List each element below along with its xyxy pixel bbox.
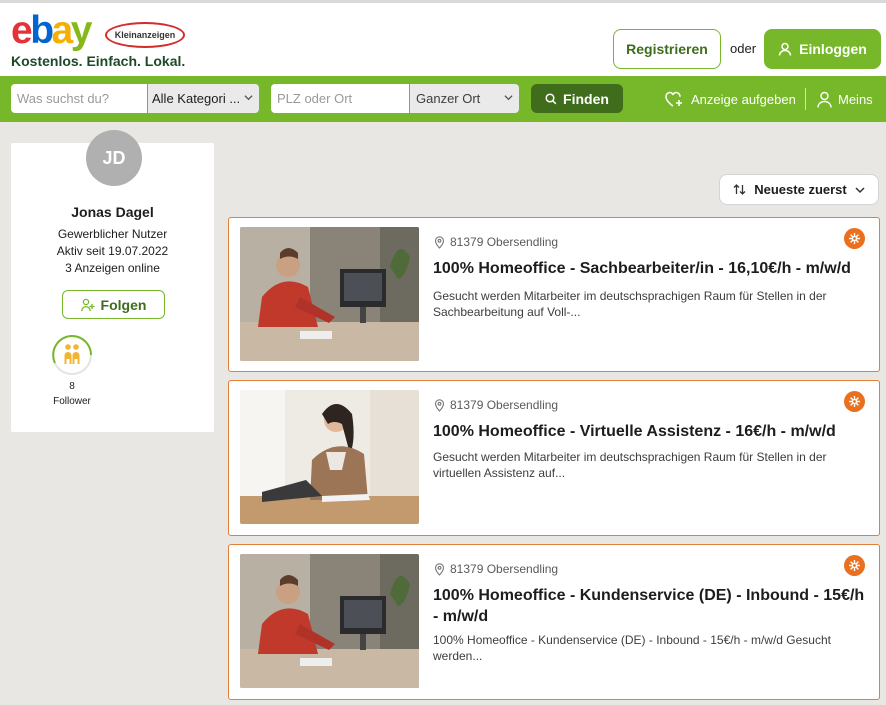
follow-button[interactable]: Folgen [62,290,165,319]
category-select[interactable]: Alle Kategori ... [148,84,259,113]
chevron-down-icon [504,95,513,101]
ebay-logo-word: ebay [11,9,92,52]
register-button[interactable]: Registrieren [613,29,721,69]
listing-location: 81379 Obersendling [434,235,558,249]
find-button[interactable]: Finden [531,84,623,113]
location-pin-icon [434,235,445,249]
listing-card[interactable]: 81379 Obersendling 100% Homeoffice - Vir… [228,380,880,536]
follower-badge-icon [52,335,92,375]
kleinanzeigen-logo[interactable]: ebay Kleinanzeigen Kostenlos. Einfach. L… [11,11,191,71]
seller-type: Gewerblicher Nutzer [57,227,168,241]
listing-title[interactable]: 100% Homeoffice - Sachbearbeiter/in - 16… [433,258,873,279]
chevron-down-icon [244,95,253,101]
search-input[interactable]: Was suchst du? [11,84,147,113]
radius-select[interactable]: Ganzer Ort [410,84,519,113]
post-ad-link[interactable]: Anzeige aufgeben [664,89,796,109]
user-icon [778,42,792,56]
search-bar: Was suchst du? Alle Kategori ... PLZ ode… [0,76,886,122]
listing-image-man-desktop[interactable] [240,554,419,688]
follow-label: Folgen [100,296,147,313]
location-pin-icon [434,398,445,412]
seller-profile-card: JD Jonas Dagel Gewerblicher Nutzer Aktiv… [11,130,214,432]
location-input[interactable]: PLZ oder Ort [271,84,409,113]
search-icon [545,92,557,104]
heart-plus-icon [665,91,682,107]
listing-image-woman-laptop[interactable] [240,390,419,524]
listing-card[interactable]: 81379 Obersendling 100% Homeoffice - Sac… [228,217,880,372]
mine-link[interactable]: Meins [817,89,873,109]
pro-badge-icon [844,391,865,412]
seller-ads-count: 3 Anzeigen online [65,261,160,275]
pro-badge-icon [844,228,865,249]
seller-active-since: Aktiv seit 19.07.2022 [56,244,169,258]
listing-location: 81379 Obersendling [434,562,558,576]
listing-location: 81379 Obersendling [434,398,558,412]
sort-label: Neueste zuerst [754,182,847,197]
sort-arrows-icon [733,184,746,195]
listing-description: Gesucht werden Mitarbeiter im deutschspr… [433,289,827,319]
listing-title[interactable]: 100% Homeoffice - Virtuelle Assistenz - … [433,421,873,442]
login-button[interactable]: Einloggen [764,29,881,69]
radius-select-value: Ganzer Ort [416,91,481,106]
location-text: 81379 Obersendling [450,398,559,412]
location-text: 81379 Obersendling [450,562,559,576]
find-label: Finden [563,90,609,107]
follow-user-icon [80,298,95,311]
nav-divider [805,88,806,110]
mine-label: Meins [838,91,873,107]
listing-description: Gesucht werden Mitarbeiter im deutschspr… [433,450,827,480]
location-text: 81379 Obersendling [450,235,559,249]
category-select-value: Alle Kategori ... [152,91,241,106]
sort-select[interactable]: Neueste zuerst [719,174,879,205]
tagline: Kostenlos. Einfach. Lokal. [11,53,186,69]
follower-label: Follower [53,396,91,407]
user-icon [817,91,832,108]
kleinanzeigen-badge: Kleinanzeigen [105,22,185,48]
listing-card[interactable]: 81379 Obersendling 100% Homeoffice - Kun… [228,544,880,700]
listing-description: 100% Homeoffice - Kundenservice (DE) - I… [433,633,831,663]
top-header: ebay Kleinanzeigen Kostenlos. Einfach. L… [0,0,886,76]
listing-title[interactable]: 100% Homeoffice - Kundenservice (DE) - I… [433,585,873,627]
chevron-down-icon [855,186,865,193]
post-ad-label: Anzeige aufgeben [691,91,796,107]
avatar: JD [86,130,142,186]
seller-name[interactable]: Jonas Dagel [11,204,214,220]
follower-count: 8 [69,381,75,392]
location-pin-icon [434,562,445,576]
listing-image-man-desktop[interactable] [240,227,419,361]
or-label: oder [730,41,757,56]
pro-badge-icon [844,555,865,576]
login-label: Einloggen [799,41,867,57]
